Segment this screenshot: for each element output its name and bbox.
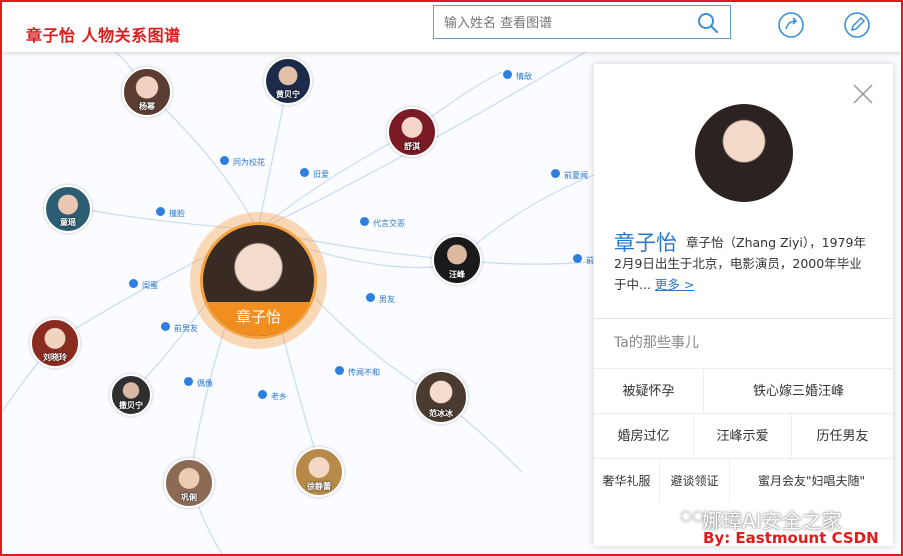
relation-dot[interactable]	[220, 156, 229, 165]
relation-dot[interactable]	[129, 279, 138, 288]
relation-label: 撞脸	[169, 209, 185, 218]
person-node-tongyao[interactable]: 童瑶	[44, 185, 92, 233]
search-box[interactable]	[433, 5, 731, 39]
person-node-xujinglei[interactable]: 徐静蕾	[294, 447, 344, 497]
person-name: 童瑶	[60, 218, 76, 227]
relation-label: 情敌	[516, 72, 532, 81]
relation-dot[interactable]	[573, 254, 582, 263]
person-node-sabeining[interactable]: 撒贝宁	[110, 374, 152, 416]
person-name: 范冰冰	[429, 409, 453, 418]
person-description: 章子怡（Zhang Ziyi），1979年2月9日出生于北京，电影演员，2000…	[614, 232, 868, 295]
section-title: Ta的那些事儿	[614, 335, 699, 351]
event-tag[interactable]: 婚房过亿	[594, 413, 694, 458]
event-tag[interactable]: 铁心嫁三婚汪峰	[704, 368, 893, 413]
top-bar: 章子怡 人物关系图谱	[2, 2, 901, 52]
person-name: 徐静蕾	[307, 482, 331, 491]
relation-dot[interactable]	[551, 169, 560, 178]
center-node[interactable]: 章子怡	[200, 222, 317, 339]
wechat-icon: ○○	[680, 508, 705, 524]
relation-dot[interactable]	[184, 377, 193, 386]
person-node-wangfeng[interactable]: 汪峰	[432, 235, 482, 285]
relation-label: 传闻不和	[348, 368, 380, 377]
event-tag[interactable]: 历任男友	[792, 413, 893, 458]
relation-label: 老乡	[271, 392, 287, 401]
person-name: 汪峰	[449, 270, 465, 279]
person-name: 黄贝宁	[276, 90, 300, 99]
relation-dot[interactable]	[300, 168, 309, 177]
relation-dot[interactable]	[156, 207, 165, 216]
relation-label: 前	[586, 256, 594, 265]
credit-text: By: Eastmount CSDN	[703, 529, 879, 547]
event-tag[interactable]: 奢华礼服	[594, 458, 660, 503]
relation-label: 闺蜜	[142, 281, 158, 290]
relation-label: 偶像	[197, 379, 213, 388]
person-name: 舒淇	[404, 142, 420, 151]
relation-label: 前男友	[174, 324, 198, 333]
person-name: 杨幂	[139, 102, 155, 111]
relation-dot[interactable]	[366, 293, 375, 302]
person-node-fanbingbing[interactable]: 范冰冰	[414, 370, 468, 424]
relation-dot[interactable]	[360, 217, 369, 226]
person-detail-panel: 章子怡 章子怡（Zhang Ziyi），1979年2月9日出生于北京，电影演员，…	[594, 64, 893, 546]
relation-label: 旧爱	[313, 170, 329, 179]
app-frame: 章子怡 人物关系图谱 输入姓名 查看图谱 同为校花 旧爱 情敌 撞脸 代言交恶 …	[0, 0, 903, 556]
person-node-liuxiaoling[interactable]: 刘晓玲	[30, 318, 80, 368]
relation-label: 同为校花	[233, 158, 265, 167]
person-name: 撒贝宁	[119, 401, 143, 410]
close-icon[interactable]	[851, 82, 875, 106]
relation-dot[interactable]	[503, 70, 512, 79]
person-node-huangbeining[interactable]: 黄贝宁	[264, 57, 312, 105]
search-icon[interactable]	[696, 11, 720, 35]
relation-dot[interactable]	[258, 390, 267, 399]
share-icon[interactable]	[776, 10, 806, 40]
relation-label: 前夏闻	[564, 171, 588, 180]
person-name: 刘晓玲	[43, 353, 67, 362]
event-tag[interactable]: 蜜月会友"妇唱夫随"	[730, 458, 893, 503]
more-link[interactable]: 更多 >	[655, 277, 694, 292]
person-name: 巩俐	[181, 493, 197, 502]
relation-label: 男友	[379, 295, 395, 304]
center-node-name: 章子怡	[203, 302, 314, 336]
divider	[594, 318, 893, 319]
search-input[interactable]	[442, 12, 686, 34]
person-node-yangmi[interactable]: 杨幂	[122, 67, 172, 117]
event-tag[interactable]: 汪峰示爱	[694, 413, 792, 458]
page-title: 章子怡 人物关系图谱	[26, 26, 181, 45]
event-tag[interactable]: 被疑怀孕	[594, 368, 704, 413]
event-tag[interactable]: 避谈领证	[660, 458, 730, 503]
person-portrait	[695, 104, 793, 202]
relation-dot[interactable]	[335, 366, 344, 375]
edit-icon[interactable]	[842, 10, 872, 40]
person-node-gongli[interactable]: 巩俐	[164, 458, 214, 508]
relation-label: 代言交恶	[373, 219, 405, 228]
person-node-shuqi[interactable]: 舒淇	[387, 107, 437, 157]
relation-dot[interactable]	[161, 322, 170, 331]
description-text: 章子怡（Zhang Ziyi），1979年2月9日出生于北京，电影演员，2000…	[614, 235, 866, 292]
